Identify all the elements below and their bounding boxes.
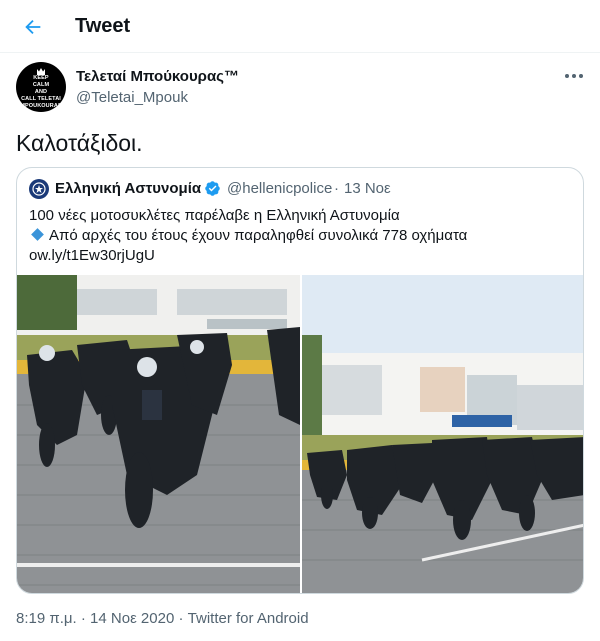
quoted-text-line-2: Από αρχές του έτους έχουν παραληφθεί συν… [29,227,467,244]
page-header: Tweet [0,0,600,53]
quoted-separator: · [334,180,339,197]
avatar-text-4: CALL TELETAI [21,96,61,102]
arrow-left-icon [25,19,41,35]
quoted-date: 13 Νοε [344,180,391,197]
quoted-author-name: Ελληνική Αστυνομία [55,180,202,197]
verified-badge-icon [205,181,220,196]
blue-diamond-icon [31,228,44,241]
author-handle[interactable]: @Teletai_Mpouk [76,89,188,106]
author-name[interactable]: Τελεταί Μπούκουρας™ [76,68,239,85]
tweet-source[interactable]: Twitter for Android [188,610,309,627]
more-horizontal-icon [565,74,583,78]
back-button[interactable] [16,10,50,44]
tweet-time[interactable]: 8:19 π.μ. [16,610,77,627]
avatar-text-5: MPOUKOURAS [20,103,62,109]
avatar[interactable]: KEEP CALM AND CALL TELETAI MPOUKOURAS [16,62,66,112]
avatar-text-3: AND [34,89,48,95]
tweet-date[interactable]: 14 Νοε 2020 [90,610,174,627]
tweet-metadata: 8:19 π.μ. · 14 Νοε 2020 · Twitter for An… [16,610,309,627]
meta-separator: · [80,610,86,627]
quoted-tweet[interactable]: Ελληνική Αστυνομία @hellenicpolice · 13 … [16,167,584,594]
avatar-text-2: CALM [32,82,50,88]
photo-right-image [302,275,583,593]
page-title: Tweet [75,15,131,37]
quoted-link[interactable]: ow.ly/t1Ew30rjUgU [29,247,155,264]
tweet-text: Καλοτάξιδοι. [16,130,143,156]
photo-left-image [17,275,300,593]
quoted-text-line-2-text: Από αρχές του έτους έχουν παραληφθεί συν… [49,227,468,244]
police-emblem-icon [32,182,46,196]
quoted-author-handle: @hellenicpolice [227,180,333,197]
avatar-text-1: KEEP [33,75,49,81]
quoted-text-line-1: 100 νέες μοτοσυκλέτες παρέλαβε η Ελληνικ… [29,207,400,224]
quoted-avatar [29,179,49,199]
more-button[interactable] [560,66,588,86]
meta-separator: · [178,610,184,627]
photo-motorcycles-left[interactable] [17,275,300,593]
photo-motorcycles-right[interactable] [302,275,583,593]
